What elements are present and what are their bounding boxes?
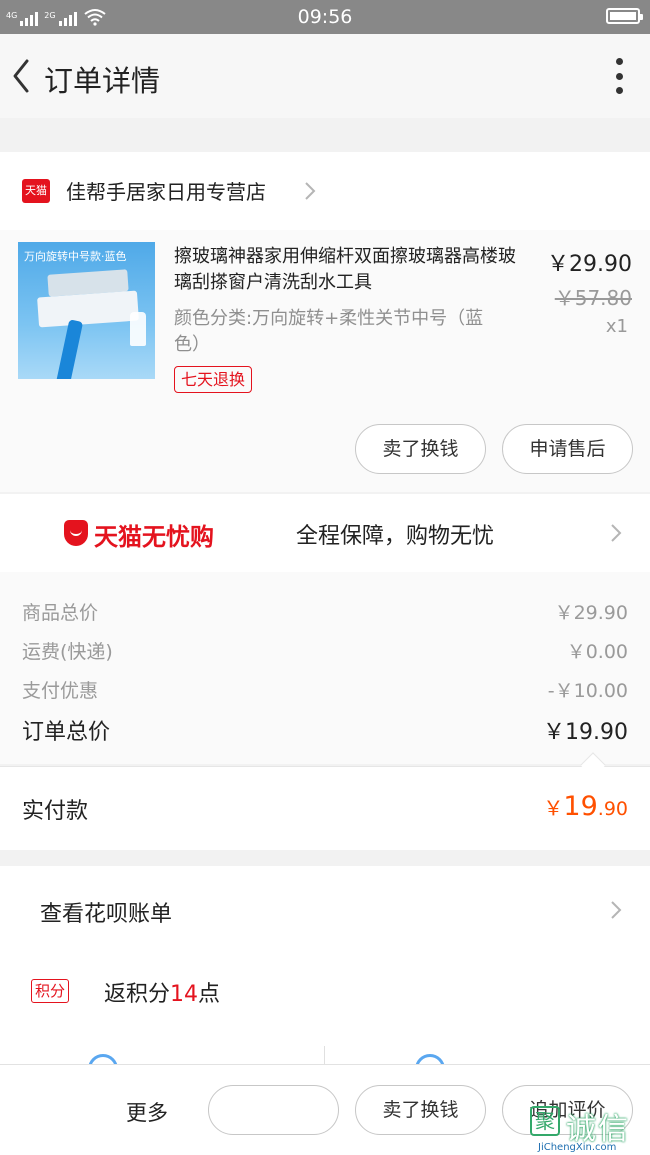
paid-label: 实付款 bbox=[22, 799, 89, 824]
cost-label: 商品总价 bbox=[22, 602, 99, 624]
order-total-row: 订单总价 ￥19.90 bbox=[22, 714, 628, 746]
product-item[interactable]: 万向旋转中号款·蓝色 擦玻璃神器家用伸缩杆双面擦玻璃器高楼玻璃刮搽窗户清洗刮水工… bbox=[0, 230, 650, 492]
return-policy-badge: 七天退换 bbox=[174, 366, 253, 393]
worry-free-slogan: 全程保障，购物无忧 bbox=[296, 524, 495, 549]
shield-smile-icon bbox=[64, 520, 88, 546]
page-title: 订单详情 bbox=[44, 64, 161, 98]
blank-action-button[interactable] bbox=[208, 1085, 339, 1135]
chevron-right-icon bbox=[611, 901, 622, 919]
cost-row-discount: 支付优惠 -￥10.00 bbox=[22, 676, 628, 703]
points-prefix: 返积分 bbox=[104, 982, 171, 1007]
product-title[interactable]: 擦玻璃神器家用伸缩杆双面擦玻璃器高楼玻璃刮搽窗户清洗刮水工具 bbox=[174, 244, 528, 296]
site-watermark: 聚 诚信 JiChengXin.com bbox=[528, 1104, 646, 1153]
watermark-url: JiChengXin.com bbox=[538, 1142, 617, 1153]
points-amount: 14 bbox=[170, 982, 199, 1007]
status-bar: 4G 2G 09:56 bbox=[0, 0, 650, 34]
view-huabei-bill-link[interactable]: 查看花呗账单 bbox=[40, 896, 172, 928]
cost-row-shipping: 运费(快递) ￥0.00 bbox=[22, 637, 628, 664]
sell-for-cash-button[interactable]: 卖了换钱 bbox=[355, 424, 486, 474]
shop-row[interactable]: 天猫 佳帮手居家日用专营店 bbox=[0, 152, 650, 230]
nav-bar: 订单详情 bbox=[0, 34, 650, 118]
sell-for-cash-button-bottom[interactable]: 卖了换钱 bbox=[355, 1085, 486, 1135]
battery-icon bbox=[606, 8, 643, 24]
chevron-right-icon bbox=[611, 524, 622, 542]
points-suffix: 点 bbox=[198, 982, 221, 1007]
apply-after-sale-button[interactable]: 申请售后 bbox=[502, 424, 633, 474]
paid-amount: ￥19.90 bbox=[543, 791, 628, 822]
shop-name: 佳帮手居家日用专营店 bbox=[66, 180, 266, 204]
paid-currency: ￥ bbox=[543, 796, 564, 820]
points-reward: 返积分14点 bbox=[104, 976, 220, 1008]
cost-label: 支付优惠 bbox=[22, 680, 99, 702]
cost-value: -￥10.00 bbox=[547, 680, 628, 702]
points-badge: 积分 bbox=[31, 979, 70, 1003]
product-quantity: x1 bbox=[605, 316, 628, 337]
back-arrow-icon[interactable] bbox=[8, 56, 34, 96]
product-spec: 颜色分类:万向旋转+柔性关节中号（蓝色） bbox=[174, 308, 484, 355]
cost-value: ￥29.90 bbox=[554, 602, 628, 624]
cost-value: ￥0.00 bbox=[566, 641, 628, 663]
status-time: 09:56 bbox=[297, 6, 353, 28]
more-actions-button[interactable]: 更多 bbox=[126, 1097, 168, 1127]
cost-row-goods-total: 商品总价 ￥29.90 bbox=[22, 598, 628, 625]
order-total-value: ￥19.90 bbox=[543, 720, 628, 745]
cost-breakdown: 商品总价 ￥29.90 运费(快递) ￥0.00 支付优惠 -￥10.00 订单… bbox=[0, 572, 650, 764]
chevron-right-icon bbox=[305, 182, 316, 200]
order-total-label: 订单总价 bbox=[22, 720, 111, 745]
product-price: ￥29.90 bbox=[547, 252, 632, 277]
watermark-logo: 聚 bbox=[530, 1106, 560, 1136]
thumbnail-caption: 万向旋转中号款·蓝色 bbox=[24, 250, 127, 263]
paid-amount-row: 实付款 ￥19.90 bbox=[0, 766, 650, 850]
paid-integer: 19 bbox=[563, 791, 598, 822]
product-original-price: ￥57.80 bbox=[554, 286, 632, 310]
cost-label: 运费(快递) bbox=[22, 641, 113, 663]
product-thumbnail[interactable]: 万向旋转中号款·蓝色 bbox=[18, 242, 155, 379]
more-options-icon[interactable] bbox=[614, 58, 624, 94]
worry-free-brand: 天猫无忧购 bbox=[94, 523, 214, 551]
paid-decimal: .90 bbox=[597, 798, 628, 820]
worry-free-row[interactable]: 天猫无忧购 全程保障，购物无忧 bbox=[0, 494, 650, 572]
tmall-logo-icon: 天猫 bbox=[22, 179, 50, 203]
extra-info-section: 查看花呗账单 积分 返积分14点 bbox=[0, 866, 650, 1084]
divider bbox=[324, 1046, 325, 1066]
